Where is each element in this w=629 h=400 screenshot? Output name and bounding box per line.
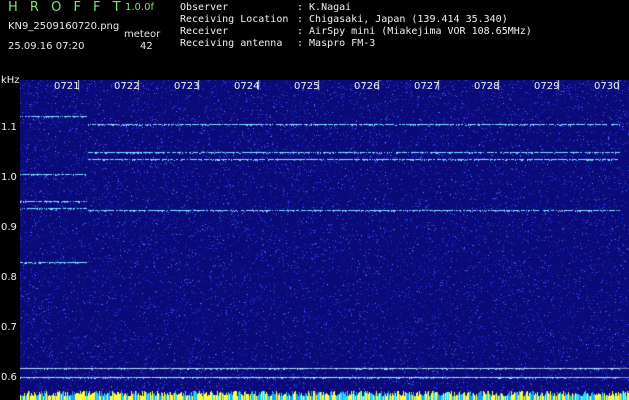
mode-label: meteor <box>124 29 161 40</box>
y-tick-label: 0.7 <box>1 322 17 333</box>
x-tick-label: 0728 <box>474 81 500 92</box>
app-version: 1.0.0f <box>125 2 154 13</box>
x-tick-label: 0729 <box>534 81 560 92</box>
meteor-count: 42 <box>140 41 153 52</box>
x-tick-label: 0723 <box>174 81 200 92</box>
antenna-value: : Maspro FM-3 <box>297 38 376 49</box>
filename-label: KN9_2509160720.png <box>8 21 120 32</box>
observer-label: Observer <box>180 2 229 13</box>
observer-value: : K.Nagai <box>297 2 352 13</box>
antenna-label: Receiving antenna <box>180 38 283 49</box>
y-tick-label: 0.9 <box>1 222 17 233</box>
x-tick-label: 0727 <box>414 81 440 92</box>
y-tick-label: 1.1 <box>1 122 17 133</box>
x-tick-label: 0724 <box>234 81 260 92</box>
x-tick-label: 0725 <box>294 81 320 92</box>
x-tick-label: 0730 <box>594 81 620 92</box>
app-title: H R O F F T <box>8 0 125 15</box>
y-tick-label: 0.6 <box>1 372 17 383</box>
location-value: : Chigasaki, Japan (139.414 35.340) <box>297 14 508 25</box>
y-axis-unit: kHz <box>1 75 20 86</box>
header-panel: H R O F F T 1.0.0f KN9_2509160720.png me… <box>0 0 629 74</box>
x-tick-label: 0721 <box>54 81 80 92</box>
receiver-label: Receiver <box>180 26 229 37</box>
location-label: Receiving Location <box>180 14 289 25</box>
receiver-value: : AirSpy mini (Miakejima VOR 108.65MHz) <box>297 26 532 37</box>
x-tick-label: 0722 <box>114 81 140 92</box>
y-tick-label: 1.0 <box>1 172 17 183</box>
x-tick-label: 0726 <box>354 81 380 92</box>
spectrogram-canvas <box>20 80 629 400</box>
datetime-label: 25.09.16 07:20 <box>8 41 85 52</box>
y-tick-label: 0.8 <box>1 272 17 283</box>
